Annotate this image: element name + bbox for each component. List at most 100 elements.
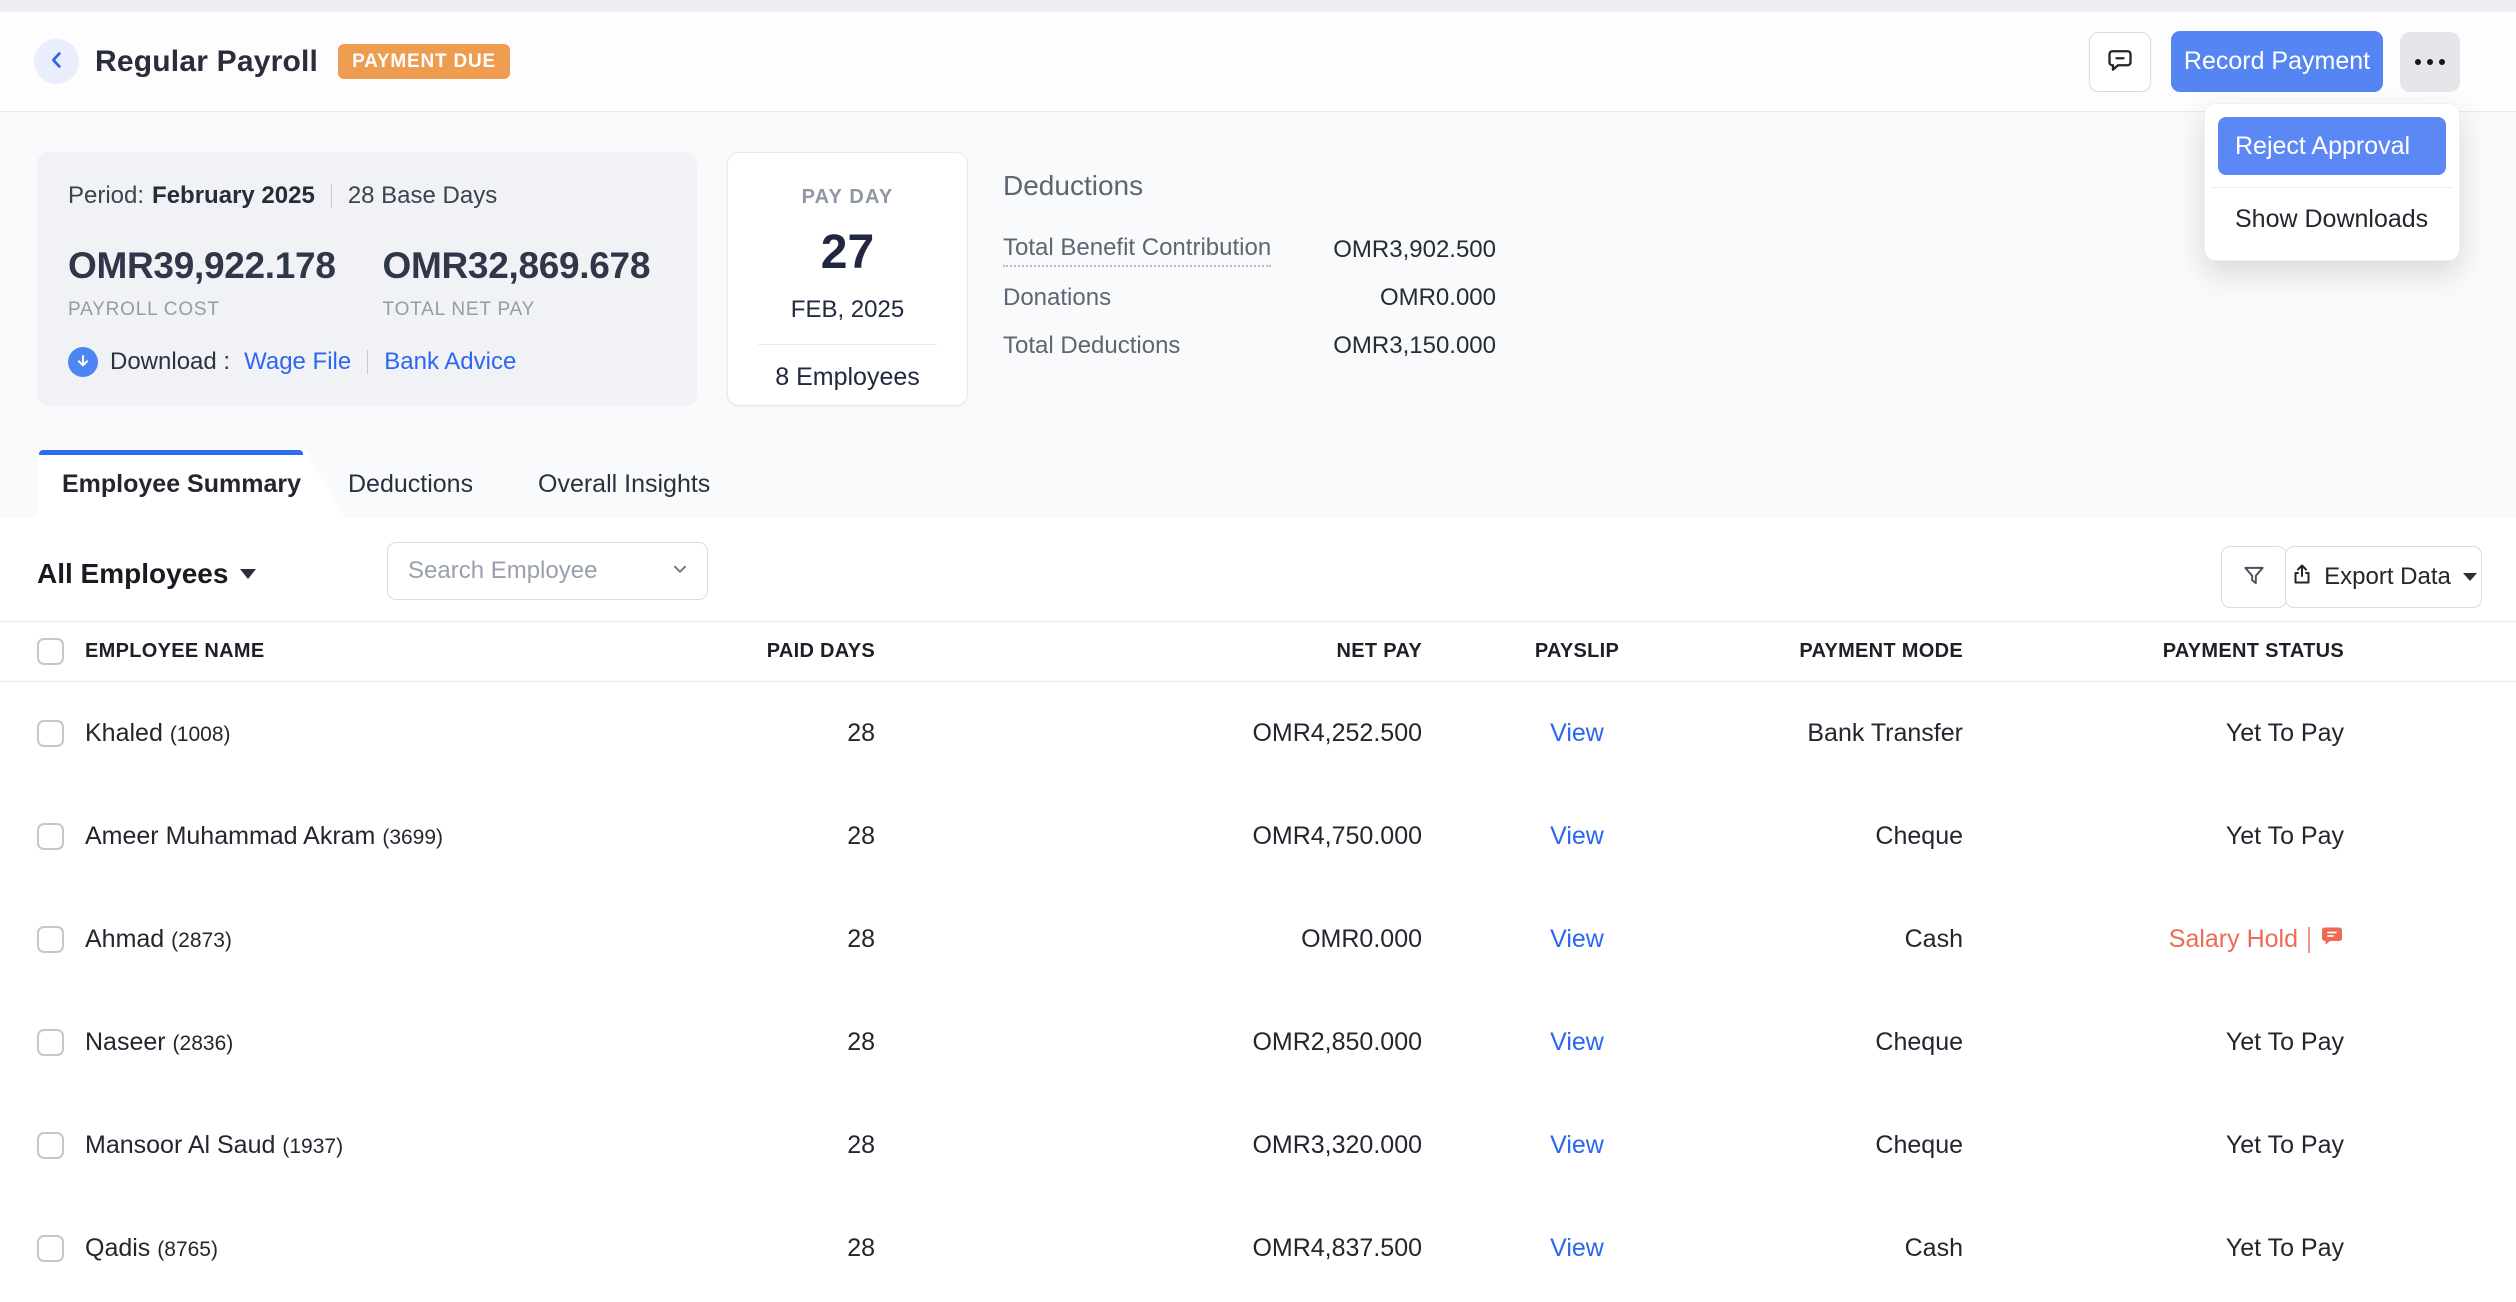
payment-status: Yet To Pay — [1963, 719, 2344, 748]
employee-id: (2873) — [171, 929, 232, 952]
total-net-pay-label: TOTAL NET PAY — [383, 299, 698, 321]
payslip-view-link[interactable]: View — [1550, 719, 1604, 747]
payslip-view-link[interactable]: View — [1550, 822, 1604, 850]
deduction-label-benefit[interactable]: Total Benefit Contribution — [1003, 234, 1271, 267]
col-payment-status: PAYMENT STATUS — [1963, 640, 2344, 663]
payment-mode: Cheque — [1732, 822, 1963, 851]
filter-button[interactable] — [2221, 546, 2287, 608]
deduction-value-benefit: OMR3,902.500 — [1333, 236, 1496, 264]
divider — [331, 184, 332, 208]
payment-mode: Cash — [1732, 1234, 1963, 1263]
payday-employee-count: 8 Employees — [728, 363, 967, 392]
payslip-view-link[interactable]: View — [1550, 925, 1604, 953]
download-icon — [68, 347, 98, 377]
comment-icon — [2106, 46, 2134, 77]
net-pay: OMR4,252.500 — [875, 719, 1422, 748]
payment-status: Yet To Pay — [1963, 1131, 2344, 1160]
payday-month-year: FEB, 2025 — [728, 296, 967, 324]
download-label: Download : — [110, 348, 230, 376]
period-value: February 2025 — [152, 182, 315, 210]
table-row: Ameer Muhammad Akram (3699) 28 OMR4,750.… — [0, 785, 2516, 888]
menu-item-show-downloads[interactable]: Show Downloads — [2205, 190, 2459, 248]
payment-status: Yet To Pay — [1963, 822, 2344, 851]
paid-days: 28 — [685, 719, 875, 748]
payment-mode: Cheque — [1732, 1028, 1963, 1057]
col-payslip: PAYSLIP — [1422, 640, 1732, 663]
menu-item-reject-approval[interactable]: Reject Approval — [2218, 117, 2446, 175]
net-pay: OMR3,320.000 — [875, 1131, 1422, 1160]
comments-button[interactable] — [2089, 32, 2151, 92]
payday-card: PAY DAY 27 FEB, 2025 8 Employees — [727, 152, 968, 406]
employee-filter-dropdown[interactable]: All Employees — [37, 558, 256, 590]
status-badge: PAYMENT DUE — [338, 44, 510, 79]
row-checkbox[interactable] — [37, 720, 64, 747]
employee-id: (3699) — [382, 826, 443, 849]
table-row: Khaled (1008) 28 OMR4,252.500 View Bank … — [0, 682, 2516, 785]
menu-divider — [2211, 187, 2453, 188]
total-net-pay-value: OMR32,869.678 — [383, 245, 698, 287]
row-checkbox[interactable] — [37, 1029, 64, 1056]
deductions-title: Deductions — [1003, 170, 1496, 202]
payroll-cost-value: OMR39,922.178 — [68, 245, 383, 287]
table-row: Ahmad (2873) 28 OMR0.000 View Cash Salar… — [0, 888, 2516, 991]
period-label: Period: — [68, 182, 144, 210]
divider — [758, 344, 937, 345]
payslip-view-link[interactable]: View — [1550, 1234, 1604, 1262]
deduction-label-donations: Donations — [1003, 284, 1111, 312]
table-row: Qadis (8765) 28 OMR4,837.500 View Cash Y… — [0, 1197, 2516, 1300]
base-days: 28 Base Days — [348, 182, 497, 210]
row-checkbox[interactable] — [37, 926, 64, 953]
employee-id: (1937) — [282, 1135, 343, 1158]
tab-deductions[interactable]: Deductions — [348, 450, 473, 518]
window-top-strip — [0, 0, 2516, 12]
row-checkbox[interactable] — [37, 1132, 64, 1159]
row-checkbox[interactable] — [37, 1235, 64, 1262]
export-icon — [2290, 562, 2314, 593]
wage-file-link[interactable]: Wage File — [244, 348, 351, 376]
salary-hold-status[interactable]: Salary Hold — [2169, 924, 2344, 955]
deduction-row: Donations OMR0.000 — [1003, 274, 1496, 322]
deduction-value-total: OMR3,150.000 — [1333, 332, 1496, 360]
paid-days: 28 — [685, 822, 875, 851]
back-button[interactable] — [34, 39, 79, 84]
payment-mode: Cash — [1732, 925, 1963, 954]
col-net-pay: NET PAY — [875, 640, 1422, 663]
paid-days: 28 — [685, 1028, 875, 1057]
chevron-down-icon — [240, 569, 256, 579]
search-input[interactable] — [408, 557, 669, 585]
select-all-checkbox[interactable] — [37, 638, 64, 665]
filter-icon — [2241, 563, 2267, 592]
page-header: Regular Payroll PAYMENT DUE Record Payme… — [0, 12, 2516, 112]
chevron-down-icon — [669, 558, 691, 585]
record-payment-button[interactable]: Record Payment — [2171, 31, 2383, 92]
deduction-label-total: Total Deductions — [1003, 332, 1180, 360]
hold-comment-icon[interactable] — [2320, 924, 2344, 955]
payslip-view-link[interactable]: View — [1550, 1131, 1604, 1159]
more-options-menu: Reject Approval Show Downloads — [2204, 103, 2460, 261]
export-data-button[interactable]: Export Data — [2285, 546, 2482, 608]
table-body: Khaled (1008) 28 OMR4,252.500 View Bank … — [0, 682, 2516, 1300]
payday-label: PAY DAY — [728, 186, 967, 209]
more-options-button[interactable] — [2400, 32, 2460, 92]
row-checkbox[interactable] — [37, 823, 64, 850]
employee-id: (2836) — [173, 1032, 234, 1055]
tab-bar: Employee Summary Deductions Overall Insi… — [0, 450, 2516, 518]
tab-overall-insights[interactable]: Overall Insights — [538, 450, 710, 518]
deduction-row: Total Deductions OMR3,150.000 — [1003, 322, 1496, 370]
deduction-value-donations: OMR0.000 — [1380, 284, 1496, 312]
employee-search-select[interactable] — [387, 542, 708, 600]
table-row: Mansoor Al Saud (1937) 28 OMR3,320.000 V… — [0, 1094, 2516, 1197]
tab-employee-summary[interactable]: Employee Summary — [37, 450, 345, 518]
deduction-row: Total Benefit Contribution OMR3,902.500 — [1003, 226, 1496, 274]
payment-mode: Bank Transfer — [1732, 719, 1963, 748]
payslip-view-link[interactable]: View — [1550, 1028, 1604, 1056]
employee-name: Khaled — [85, 719, 163, 747]
table-header: EMPLOYEE NAME PAID DAYS NET PAY PAYSLIP … — [0, 622, 2516, 682]
net-pay: OMR0.000 — [875, 925, 1422, 954]
bank-advice-link[interactable]: Bank Advice — [384, 348, 516, 376]
chevron-left-icon — [46, 49, 68, 74]
payday-day: 27 — [728, 225, 967, 280]
deductions-summary: Deductions Total Benefit Contribution OM… — [1003, 170, 1496, 370]
page-title: Regular Payroll — [95, 45, 318, 79]
col-payment-mode: PAYMENT MODE — [1732, 640, 1963, 663]
